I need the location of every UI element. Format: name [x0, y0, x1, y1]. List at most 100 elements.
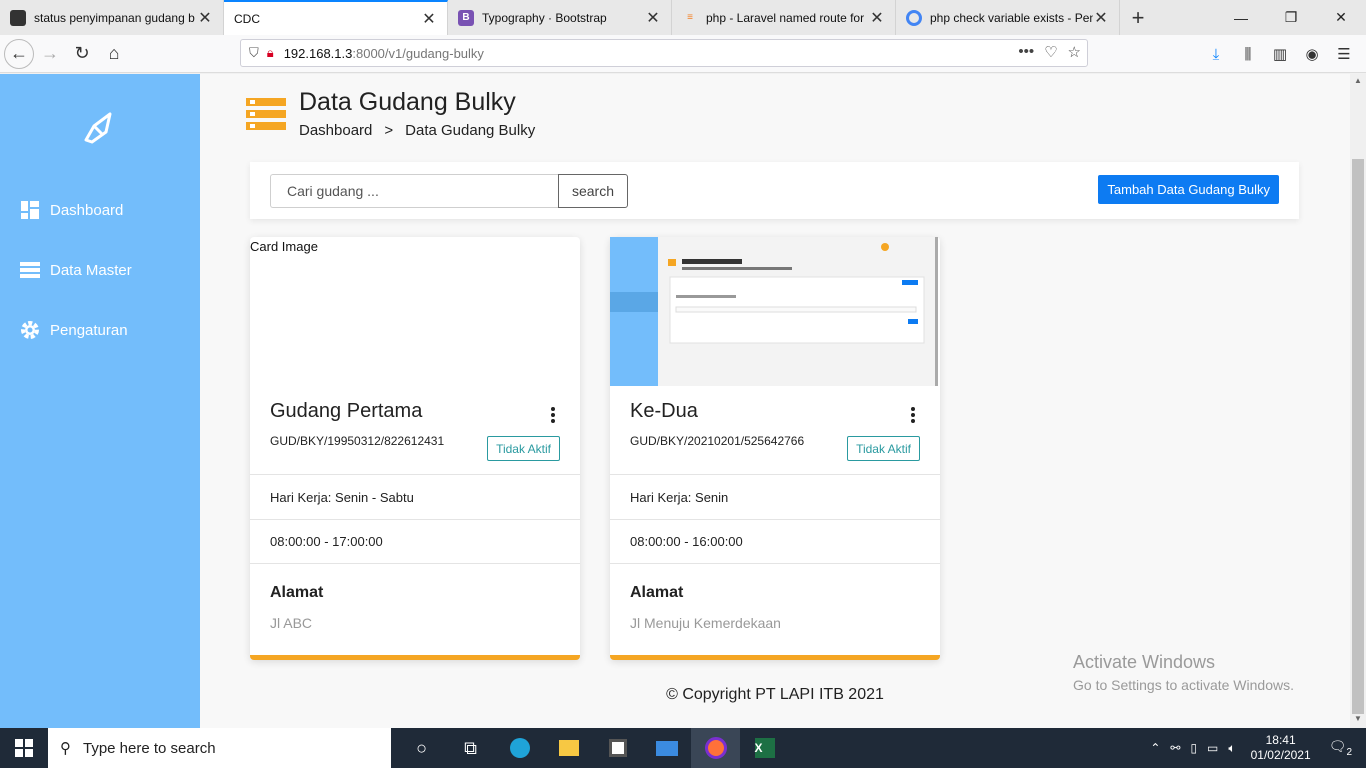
breadcrumb-item-current: Data Gudang Bulky — [405, 122, 536, 139]
notification-icon[interactable]: 🗨︎2 — [1321, 738, 1366, 758]
status-button[interactable]: Tidak Aktif — [847, 436, 920, 461]
warehouse-card: Ke-Dua GUD/BKY/20210201/525642766 Tidak … — [610, 237, 940, 660]
sidebar-item-data-master[interactable]: Data Master — [20, 260, 132, 280]
add-warehouse-button[interactable]: Tambah Data Gudang Bulky — [1098, 175, 1279, 204]
close-icon[interactable]: ✕ — [645, 8, 661, 28]
scroll-down-icon[interactable]: ▼ — [1350, 714, 1366, 728]
rocket-logo-icon[interactable] — [80, 108, 118, 146]
mail-icon[interactable] — [642, 728, 691, 768]
close-icon[interactable]: ✕ — [421, 9, 437, 29]
task-view-icon[interactable]: ⧉ — [446, 728, 495, 768]
dashboard-icon — [20, 200, 40, 220]
menu-icon[interactable]: ☰ — [1328, 38, 1360, 70]
hours-row: 08:00:00 - 17:00:00 — [250, 519, 580, 563]
network-icon[interactable]: ⚯ — [1165, 741, 1185, 755]
new-tab-button[interactable]: + — [1120, 0, 1156, 35]
taskbar-apps: ○ ⧉ X — [397, 728, 789, 768]
system-tray: ⌃ ⚯ ▯ ▭ 🔈︎ 18:41 01/02/2021 🗨︎2 — [1145, 728, 1366, 768]
close-icon[interactable]: ✕ — [869, 8, 885, 28]
windows-start-icon[interactable] — [0, 728, 48, 768]
pocket-icon[interactable]: ♡ — [1044, 43, 1057, 61]
search-icon: ⚲ — [60, 740, 71, 757]
search-input[interactable]: Cari gudang ... — [270, 174, 559, 208]
back-icon[interactable]: ← — [4, 38, 34, 69]
warehouse-name: Ke-Dua — [630, 400, 698, 422]
tab-title: CDC — [234, 11, 260, 26]
url-actions: ••• ♡ ☆ — [1018, 43, 1081, 61]
more-vertical-icon[interactable] — [910, 407, 916, 423]
gear-icon — [20, 320, 40, 340]
close-icon[interactable]: ✕ — [1093, 8, 1109, 28]
insecure-lock-icon[interactable]: 🔒︎ — [267, 45, 274, 61]
scroll-up-icon[interactable]: ▲ — [1350, 76, 1366, 90]
sidebar-item-label: Pengaturan — [50, 321, 128, 339]
warehouse-name: Gudang Pertama — [270, 400, 423, 422]
browser-tab[interactable]: B Typography · Bootstrap ✕ — [448, 0, 672, 35]
breadcrumb-item-dashboard[interactable]: Dashboard — [299, 122, 372, 139]
store-icon[interactable] — [593, 728, 642, 768]
stackoverflow-icon: ≡ — [687, 12, 693, 23]
cortana-icon[interactable]: ○ — [397, 728, 446, 768]
more-vertical-icon[interactable] — [550, 407, 556, 423]
sidebar-toggle-icon[interactable]: ▥ — [1264, 38, 1296, 70]
edge-icon[interactable] — [495, 728, 544, 768]
monitor-icon[interactable]: ▭ — [1202, 741, 1223, 755]
warehouse-card: Card Image Gudang Pertama GUD/BKY/199503… — [250, 237, 580, 660]
browser-nav-bar: ← → ↻ ⌂ ⛉ 🔒︎ 192.168.1.3 :8000/v1/gudang… — [0, 35, 1366, 73]
browser-tab-active[interactable]: CDC ✕ — [224, 0, 448, 35]
workdays-row: Hari Kerja: Senin — [610, 474, 940, 519]
divider — [250, 563, 580, 564]
file-explorer-icon[interactable] — [544, 728, 593, 768]
server-list-icon — [246, 98, 286, 132]
screenshot-thumbnail — [610, 237, 938, 386]
taskbar-search-input[interactable]: ⚲ Type here to search — [48, 728, 391, 768]
notification-count: 2 — [1346, 746, 1352, 758]
page-scrollbar[interactable]: ▲ ▼ — [1350, 74, 1366, 728]
scroll-thumb[interactable] — [1352, 159, 1364, 714]
shield-icon[interactable]: ⛉ — [249, 45, 259, 61]
clock[interactable]: 18:41 01/02/2021 — [1241, 733, 1321, 763]
workdays-row: Hari Kerja: Senin - Sabtu — [250, 474, 580, 519]
card-image — [610, 237, 940, 386]
browser-tab-bar: status penyimpanan gudang b ✕ CDC ✕ B Ty… — [0, 0, 1366, 35]
url-bar[interactable]: ⛉ 🔒︎ 192.168.1.3 :8000/v1/gudang-bulky •… — [240, 39, 1088, 67]
close-icon[interactable]: ✕ — [197, 8, 213, 28]
browser-tab[interactable]: ≡ php - Laravel named route for ✕ — [672, 0, 896, 35]
taskbar-search-placeholder: Type here to search — [83, 739, 216, 757]
browser-tab[interactable]: php check variable exists - Pen ✕ — [896, 0, 1120, 35]
battery-icon[interactable]: ▯ — [1185, 741, 1202, 755]
main-content: Data Gudang Bulky Dashboard > Data Gudan… — [200, 74, 1350, 728]
bookmark-star-icon[interactable]: ☆ — [1068, 43, 1081, 61]
tab-title: php - Laravel named route for — [706, 10, 865, 25]
activate-title: Activate Windows — [1073, 652, 1216, 672]
firefox-icon[interactable] — [691, 728, 740, 768]
volume-icon[interactable]: 🔈︎ — [1223, 741, 1240, 756]
forward-icon[interactable]: → — [34, 38, 66, 70]
url-host: 192.168.1.3 — [283, 45, 353, 61]
more-icon[interactable]: ••• — [1018, 43, 1034, 61]
minimize-icon[interactable]: — — [1216, 0, 1266, 35]
restore-icon[interactable]: ❐ — [1266, 0, 1316, 35]
status-button[interactable]: Tidak Aktif — [487, 436, 560, 461]
close-window-icon[interactable]: ✕ — [1316, 0, 1366, 35]
sidebar-item-dashboard[interactable]: Dashboard — [20, 200, 123, 220]
account-icon[interactable]: ◉ — [1296, 38, 1328, 70]
chevron-up-icon[interactable]: ⌃ — [1145, 741, 1165, 755]
reload-icon[interactable]: ↻ — [66, 38, 98, 70]
clock-date: 01/02/2021 — [1250, 748, 1311, 762]
breadcrumb-separator: > — [384, 122, 394, 139]
url-path: :8000/v1/gudang-bulky — [352, 45, 484, 61]
browser-tab[interactable]: status penyimpanan gudang b ✕ — [0, 0, 224, 35]
download-icon[interactable]: ⤓ — [1200, 38, 1232, 70]
toolbar-right: ⤓ ⫼ ▥ ◉ ☰ — [1200, 38, 1360, 70]
sidebar-item-pengaturan[interactable]: Pengaturan — [20, 320, 128, 340]
activate-windows-watermark: Activate Windows Go to Settings to activ… — [1073, 652, 1294, 693]
excel-icon[interactable]: X — [740, 728, 789, 768]
sidebar-item-label: Dashboard — [50, 201, 124, 219]
address-value: Jl ABC — [270, 615, 313, 631]
search-button[interactable]: search — [558, 174, 628, 208]
home-icon[interactable]: ⌂ — [98, 38, 130, 70]
library-icon[interactable]: ⫼ — [1232, 38, 1264, 70]
card-image-alt: Card Image — [250, 239, 318, 254]
page-title: Data Gudang Bulky — [299, 88, 516, 116]
